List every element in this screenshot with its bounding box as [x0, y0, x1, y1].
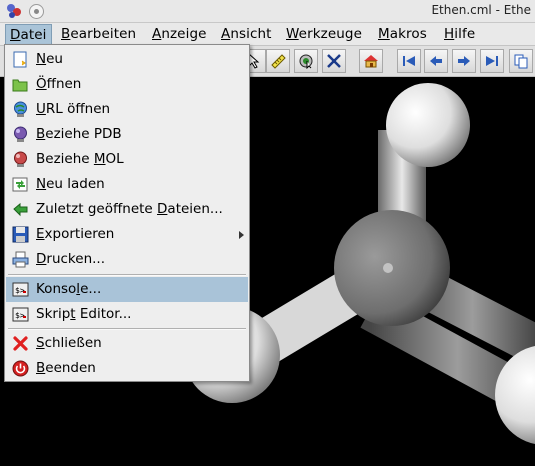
globe-icon	[14, 101, 27, 117]
ruler-icon	[271, 54, 286, 69]
menu-item-neu[interactable]: Neu	[6, 47, 248, 72]
menu-item-url-oeffnen[interactable]: URL öffnen	[6, 97, 248, 122]
menu-item-konsole[interactable]: $> Konsole...	[6, 277, 248, 302]
copy-button[interactable]	[509, 49, 533, 73]
menu-ansicht[interactable]: Ansicht	[217, 23, 276, 45]
recent-files-icon	[13, 202, 28, 217]
app-icon[interactable]	[6, 3, 22, 19]
menu-item-schliessen[interactable]: Schließen	[6, 331, 248, 356]
menu-item-oeffnen[interactable]: Öffnen	[6, 72, 248, 97]
folder-open-icon	[12, 79, 28, 92]
menu-bar: Datei Bearbeiten Anzeige Ansicht Werkzeu…	[0, 23, 535, 46]
rotate-tool-button[interactable]	[294, 49, 318, 73]
menu-item-zuletzt-geoeffnete-dateien[interactable]: Zuletzt geöffnete Dateien...	[6, 197, 248, 222]
menu-item-beziehe-pdb[interactable]: Beziehe PDB	[6, 122, 248, 147]
measure-tool-button[interactable]	[266, 49, 290, 73]
svg-text:$>: $>	[15, 286, 25, 295]
close-icon	[13, 336, 28, 351]
window-menu-button[interactable]	[29, 4, 44, 19]
window-title: Ethen.cml - Ethe	[431, 3, 531, 17]
console-icon: $>	[12, 282, 29, 297]
menu-datei[interactable]: Datei	[5, 24, 52, 46]
menu-item-beenden[interactable]: Beenden	[6, 356, 248, 381]
mol-molecule-icon	[14, 151, 27, 167]
rotate-select-icon	[299, 54, 313, 69]
menu-item-beziehe-mol[interactable]: Beziehe MOL	[6, 147, 248, 172]
home-button[interactable]	[359, 49, 383, 73]
power-icon	[12, 360, 29, 377]
home-icon	[364, 55, 378, 68]
first-frame-button[interactable]	[397, 49, 421, 73]
printer-icon	[12, 251, 29, 268]
menu-bearbeiten[interactable]: Bearbeiten	[57, 23, 140, 45]
datei-dropdown-menu: Neu Öffnen URL öffnen Beziehe PDB Bezieh…	[4, 44, 250, 382]
menu-separator	[8, 274, 246, 276]
submenu-arrow-icon	[239, 231, 244, 239]
next-frame-button[interactable]	[452, 49, 476, 73]
cross-arrows-icon	[327, 54, 341, 68]
reload-icon	[12, 177, 28, 192]
last-frame-button[interactable]	[480, 49, 504, 73]
menu-hilfe[interactable]: Hilfe	[440, 23, 479, 45]
menu-separator	[8, 328, 246, 330]
skip-last-icon	[486, 56, 498, 66]
copy-icon	[514, 54, 528, 69]
menu-item-neu-laden[interactable]: Neu laden	[6, 172, 248, 197]
export-icon	[12, 226, 29, 243]
hydrogen-atom-top	[386, 83, 470, 167]
pick-center-button[interactable]	[322, 49, 346, 73]
menu-item-drucken[interactable]: Drucken...	[6, 247, 248, 272]
script-editor-icon: $>	[12, 307, 29, 322]
title-bar: Ethen.cml - Ethe	[0, 0, 535, 23]
pdb-molecule-icon	[14, 126, 27, 142]
svg-text:$>: $>	[15, 311, 25, 320]
menu-makros[interactable]: Makros	[374, 23, 431, 45]
menu-werkzeuge[interactable]: Werkzeuge	[282, 23, 366, 45]
arrow-left-icon	[430, 56, 442, 66]
menu-item-skript-editor[interactable]: $> Skript Editor...	[6, 302, 248, 327]
previous-frame-button[interactable]	[424, 49, 448, 73]
menu-item-exportieren[interactable]: Exportieren	[6, 222, 248, 247]
skip-first-icon	[403, 56, 415, 66]
menu-anzeige[interactable]: Anzeige	[148, 23, 211, 45]
new-file-icon	[13, 51, 27, 68]
arrow-right-icon	[458, 56, 470, 66]
